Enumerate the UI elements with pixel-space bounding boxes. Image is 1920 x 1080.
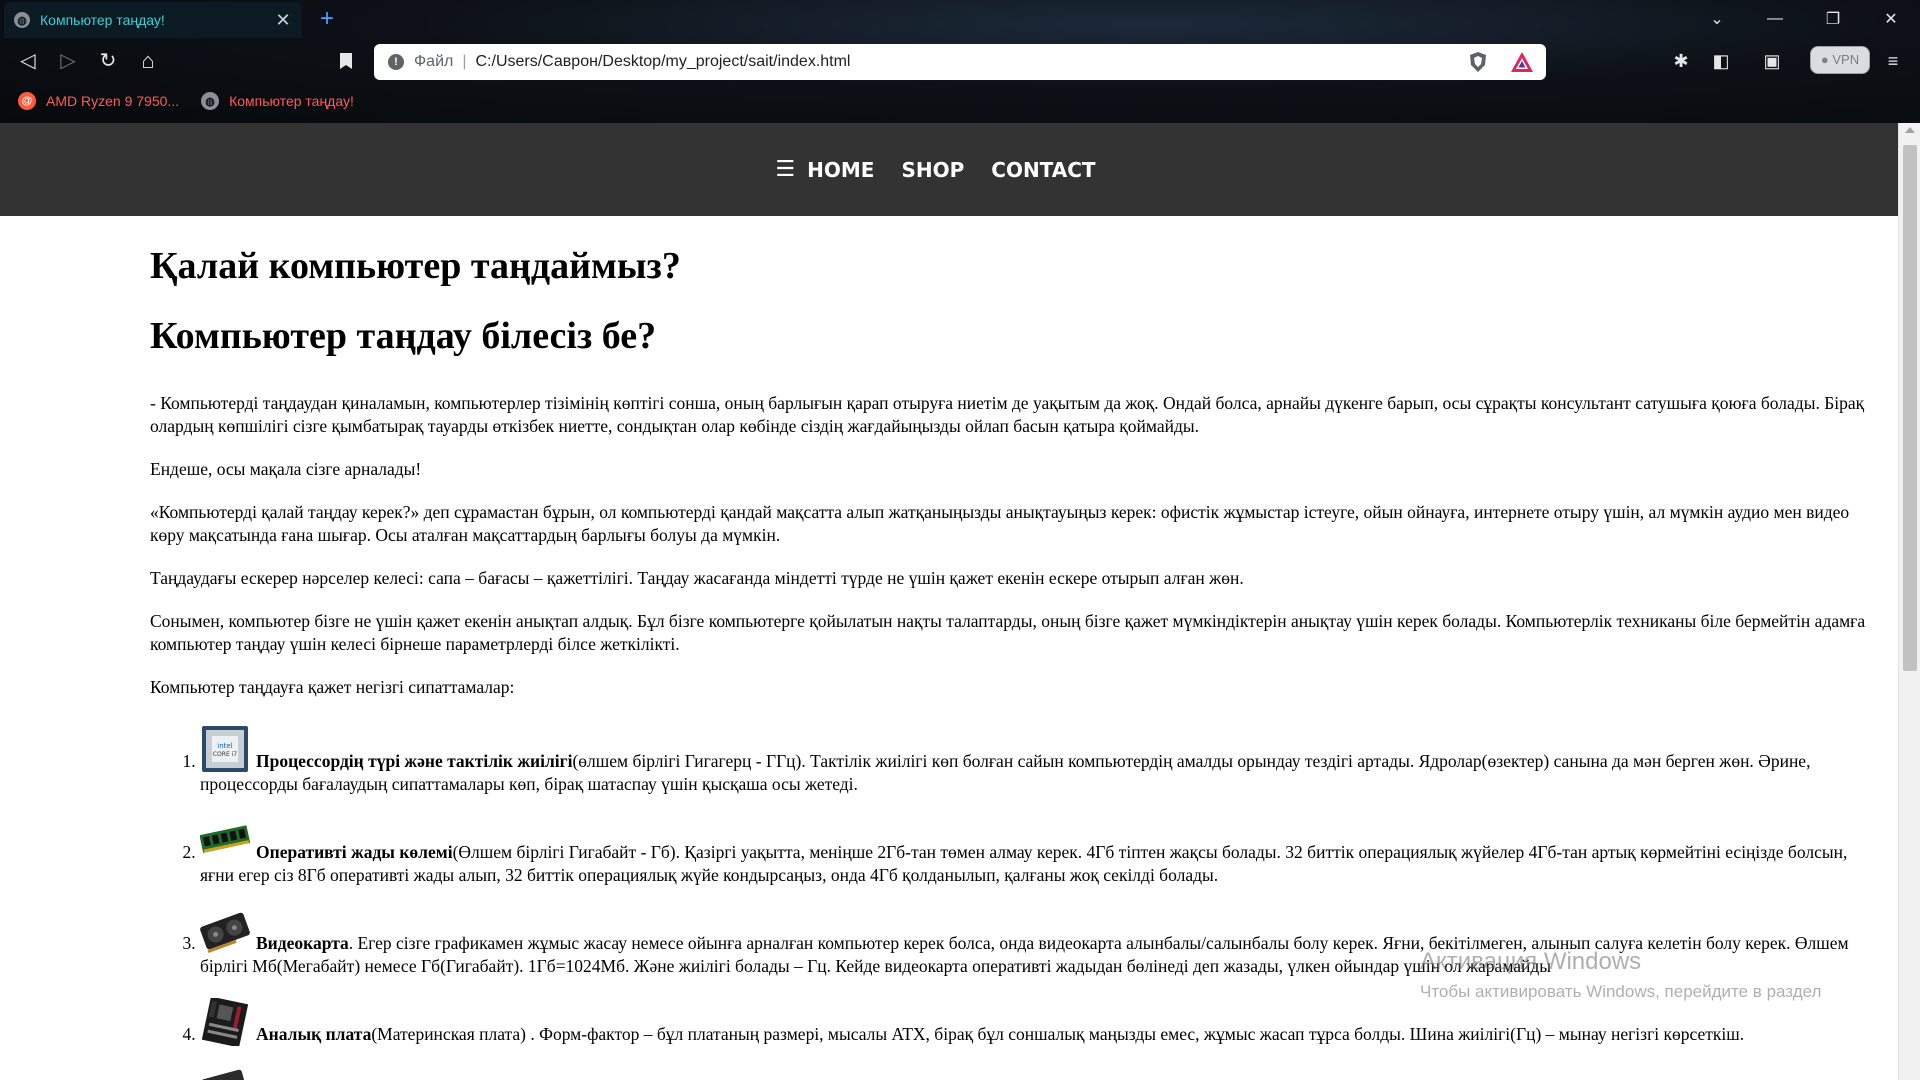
- window-controls: ⌄ — ❐ ✕: [1688, 0, 1920, 38]
- page-scrollbar[interactable]: [1898, 123, 1920, 1080]
- tab-search-dropdown-icon[interactable]: ⌄: [1688, 0, 1746, 38]
- bookmark-label: Компьютер таңдау!: [229, 93, 354, 109]
- minimize-icon[interactable]: —: [1746, 0, 1804, 38]
- bookmarks-bar: @ AMD Ryzen 9 7950... ◍ Компьютер таңдау…: [0, 86, 1920, 116]
- hdd-icon: [200, 1066, 250, 1080]
- url-scheme: Файл: [414, 53, 454, 70]
- item-title: Видеокарта: [256, 933, 349, 953]
- paragraph: Компьютер таңдауға қажет негізгі сипатта…: [150, 677, 515, 697]
- paragraph: Сонымен, компьютер бізге не үшін қажет е…: [150, 611, 1866, 654]
- gpu-icon: [200, 907, 250, 955]
- restore-icon[interactable]: ❐: [1804, 0, 1862, 38]
- home-icon[interactable]: ⌂: [134, 48, 162, 74]
- info-icon[interactable]: !: [388, 54, 404, 70]
- page-viewport: ☰ HOME SHOP CONTACT Қалай компьютер таңд…: [0, 123, 1898, 1080]
- nav-link-home[interactable]: HOME: [807, 158, 874, 182]
- new-tab-button[interactable]: +: [320, 6, 334, 32]
- globe-icon: ◍: [14, 12, 30, 28]
- page-subtitle: Компьютер таңдау білесіз бе?: [150, 315, 657, 357]
- site-navbar: ☰ HOME SHOP CONTACT: [0, 123, 1898, 216]
- menu-icon[interactable]: ≡: [1880, 48, 1906, 74]
- paragraph: - Компьютерді таңдаудан қиналамын, компь…: [150, 393, 1865, 436]
- nav-link-contact[interactable]: CONTACT: [991, 158, 1095, 182]
- watermark-title: Активация Windows: [1420, 948, 1642, 975]
- list-item: Оперативті жады көлемі(Өлшем бірлігі Гиг…: [199, 816, 1885, 887]
- hamburger-menu-icon[interactable]: ☰: [775, 157, 795, 182]
- page-title: Қалай компьютер таңдаймыз?: [150, 245, 681, 287]
- vpn-button[interactable]: ● VPN: [1810, 46, 1870, 74]
- item-title: Аналық плата: [256, 1024, 372, 1044]
- amd-icon: @: [18, 92, 36, 110]
- paragraph: Таңдаудағы ескерер нәрселер келесі: сапа…: [150, 568, 1244, 588]
- url-separator: |: [462, 53, 467, 70]
- bookmark-item-amd[interactable]: @ AMD Ryzen 9 7950...: [18, 92, 179, 110]
- paragraph: «Компьютерді қалай таңдау керек?» деп сұ…: [150, 502, 1850, 545]
- cpu-icon: intelCORE i7: [200, 725, 250, 773]
- browser-chrome: ◍ Компьютер таңдау! ✕ + ⌄ — ❐ ✕ ◁ ▷ ↻ ⌂ …: [0, 0, 1920, 123]
- vpn-label: VPN: [1832, 52, 1860, 67]
- svg-text:intel: intel: [217, 742, 232, 750]
- active-tab[interactable]: ◍ Компьютер таңдау! ✕: [4, 2, 302, 38]
- address-bar[interactable]: ! Файл | C:/Users/Саврон/Desktop/my_proj…: [374, 44, 1546, 80]
- bookmark-label: AMD Ryzen 9 7950...: [46, 93, 180, 109]
- paragraph: Ендеше, осы мақала сізге арналады!: [150, 459, 422, 479]
- url-text[interactable]: C:/Users/Саврон/Desktop/my_project/sait/…: [476, 53, 1469, 71]
- list-item: Аналық плата(Материнская плата) . Форм-ф…: [200, 996, 1885, 1048]
- reload-icon[interactable]: ↻: [94, 48, 122, 74]
- browser-toolbar: ◁ ▷ ↻ ⌂ ! Файл | C:/Users/Саврон/Desktop…: [0, 40, 1920, 82]
- watermark-subtitle: Чтобы активировать Windows, перейдите в …: [1420, 982, 1822, 1001]
- close-tab-icon[interactable]: ✕: [274, 10, 292, 31]
- tab-strip: ◍ Компьютер таңдау! ✕ + ⌄ — ❐ ✕: [0, 0, 1920, 40]
- back-icon[interactable]: ◁: [14, 48, 42, 74]
- wallet-icon[interactable]: ▣: [1758, 48, 1786, 74]
- item-text: (Материнская плата) . Форм-фактор – бұл …: [371, 1024, 1745, 1044]
- sidebar-icon[interactable]: ◧: [1708, 48, 1734, 74]
- windows-activation-watermark: Активация Windows Чтобы активировать Win…: [1420, 948, 1821, 1002]
- nav-link-shop[interactable]: SHOP: [901, 158, 964, 182]
- list-item: [200, 1066, 1885, 1080]
- item-title: Оперативті жады көлемі: [256, 842, 453, 862]
- svg-text:CORE i7: CORE i7: [213, 751, 237, 758]
- motherboard-icon: [200, 996, 250, 1048]
- brave-shield-icon[interactable]: [1468, 51, 1488, 73]
- forward-icon[interactable]: ▷: [54, 48, 82, 74]
- item-title: Процессордің түрі және тактілік жиілігі: [256, 751, 573, 771]
- extensions-icon[interactable]: ✱: [1668, 48, 1694, 74]
- bookmark-icon[interactable]: [332, 48, 360, 74]
- globe-icon: ◍: [201, 92, 220, 110]
- scroll-up-arrow-icon[interactable]: [1905, 127, 1915, 133]
- ram-icon: [199, 816, 251, 864]
- brave-rewards-icon[interactable]: [1510, 51, 1534, 73]
- scroll-thumb[interactable]: [1903, 145, 1917, 671]
- specs-list: intelCORE i7 Процессордің түрі және такт…: [150, 725, 1885, 1080]
- bookmark-item-computer[interactable]: ◍ Компьютер таңдау!: [201, 92, 354, 110]
- close-window-icon[interactable]: ✕: [1862, 0, 1920, 38]
- tab-title: Компьютер таңдау!: [40, 12, 165, 28]
- list-item: intelCORE i7 Процессордің түрі және такт…: [200, 725, 1885, 796]
